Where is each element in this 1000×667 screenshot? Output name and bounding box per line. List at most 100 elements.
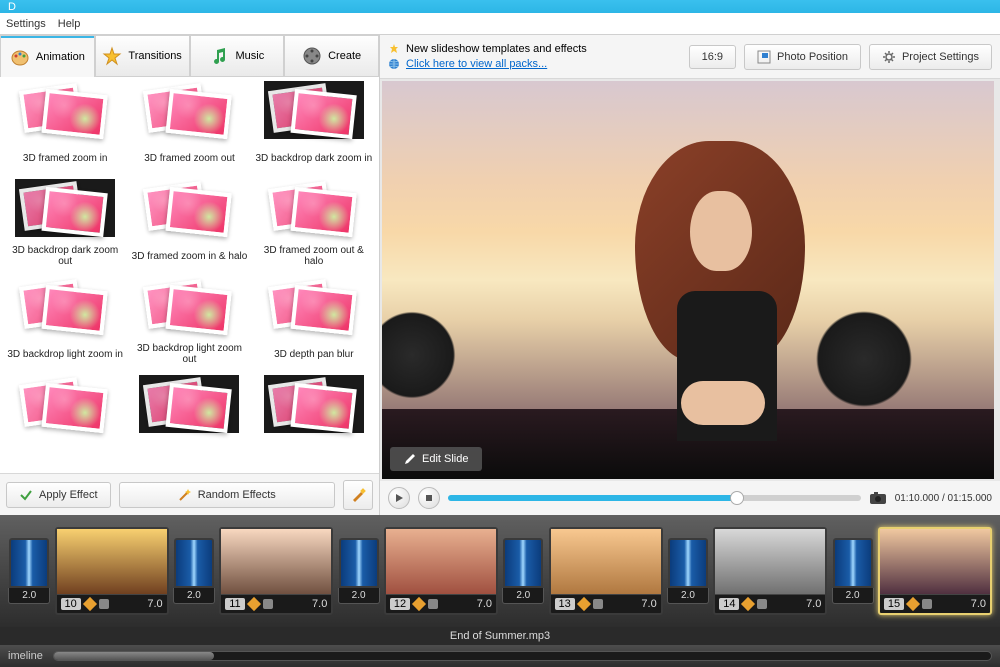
slide-meta: 117.0: [221, 595, 331, 613]
effect-thumbnail: [139, 277, 239, 335]
tab-transitions[interactable]: Transitions: [95, 35, 190, 77]
slide-number: 14: [719, 598, 739, 610]
camera-icon[interactable]: [869, 491, 887, 505]
effect-label: 3D backdrop light zoom in: [7, 339, 123, 369]
effect-thumbnail: [139, 179, 239, 237]
menu-help[interactable]: Help: [58, 18, 81, 30]
title-bar: D: [0, 0, 1000, 13]
transition-thumb: [339, 538, 379, 588]
effect-item[interactable]: [255, 375, 373, 469]
timeline[interactable]: 2.0107.02.0117.02.0127.02.0137.02.0147.0…: [0, 515, 1000, 627]
transition-block[interactable]: 2.0: [8, 538, 51, 604]
tabs: Animation Transitions Music Create: [0, 35, 379, 77]
effect-item[interactable]: 3D backdrop dark zoom in: [255, 81, 373, 175]
tab-create-label: Create: [328, 50, 361, 62]
slide-meta: 157.0: [880, 595, 990, 613]
menu-bar: Settings Help: [0, 13, 1000, 35]
effect-item[interactable]: 3D framed zoom in & halo: [130, 179, 248, 273]
slide-duration: 7.0: [971, 598, 986, 610]
effect-item[interactable]: 3D framed zoom out & halo: [255, 179, 373, 273]
stop-button[interactable]: [418, 487, 440, 509]
playback-slider[interactable]: [448, 495, 861, 501]
effect-item[interactable]: [130, 375, 248, 469]
slide-block[interactable]: 147.0: [713, 527, 827, 615]
transition-duration: 2.0: [832, 588, 874, 604]
transition-thumb: [503, 538, 543, 588]
title-text: D: [8, 1, 16, 13]
pencil-icon: [404, 453, 416, 465]
audio-track-name: End of Summer.mp3: [450, 630, 550, 642]
pencil-icon: [412, 597, 426, 611]
slide-block[interactable]: 127.0: [384, 527, 498, 615]
pencil-icon: [83, 597, 97, 611]
effect-label: 3D framed zoom in & halo: [132, 241, 248, 271]
random-effects-button[interactable]: Random Effects: [119, 482, 336, 508]
slide-meta: 107.0: [57, 595, 167, 613]
effect-label: 3D framed zoom out & halo: [255, 241, 373, 271]
transition-block[interactable]: 2.0: [667, 538, 710, 604]
random-effects-label: Random Effects: [198, 489, 276, 501]
slide-meta: 127.0: [386, 595, 496, 613]
preview-toolbar: New slideshow templates and effects Clic…: [380, 35, 1000, 79]
slide-duration: 7.0: [806, 598, 821, 610]
brush-button[interactable]: [343, 480, 373, 510]
slide-thumb: [880, 529, 990, 595]
preview-area[interactable]: Edit Slide: [382, 81, 994, 479]
effect-label: 3D framed zoom in: [23, 143, 107, 173]
effect-item[interactable]: 3D backdrop dark zoom out: [6, 179, 124, 273]
effect-grid[interactable]: 3D framed zoom in3D framed zoom out3D ba…: [0, 77, 379, 473]
tab-music[interactable]: Music: [190, 35, 285, 77]
aspect-ratio-button[interactable]: 16:9: [689, 45, 736, 69]
layer-icon: [428, 599, 438, 609]
timeline-scrollbar[interactable]: [53, 651, 992, 661]
left-toolbar: Apply Effect Random Effects: [0, 473, 379, 515]
slide-number: 12: [390, 598, 410, 610]
promo-link[interactable]: Click here to view all packs...: [406, 58, 547, 70]
effect-item[interactable]: 3D framed zoom in: [6, 81, 124, 175]
transition-block[interactable]: 2.0: [831, 538, 874, 604]
star-icon: [102, 46, 122, 66]
apply-effect-label: Apply Effect: [39, 489, 98, 501]
aspect-ratio-label: 16:9: [702, 51, 723, 63]
slide-block[interactable]: 137.0: [549, 527, 663, 615]
slide-thumb: [386, 529, 496, 595]
edit-slide-button[interactable]: Edit Slide: [390, 447, 482, 471]
effect-item[interactable]: 3D backdrop light zoom in: [6, 277, 124, 371]
effect-item[interactable]: 3D backdrop light zoom out: [130, 277, 248, 371]
effect-item[interactable]: [6, 375, 124, 469]
slide-meta: 147.0: [715, 595, 825, 613]
effect-item[interactable]: 3D depth pan blur: [255, 277, 373, 371]
slide-duration: 7.0: [641, 598, 656, 610]
wand-icon: [178, 488, 192, 502]
transition-block[interactable]: 2.0: [337, 538, 380, 604]
transition-block[interactable]: 2.0: [173, 538, 216, 604]
scrollbar-thumb[interactable]: [54, 652, 214, 660]
gear-icon: [882, 50, 896, 64]
pencil-icon: [577, 597, 591, 611]
slide-block[interactable]: 107.0: [55, 527, 169, 615]
project-settings-button[interactable]: Project Settings: [869, 44, 992, 70]
transition-block[interactable]: 2.0: [502, 538, 545, 604]
transition-duration: 2.0: [338, 588, 380, 604]
tab-music-label: Music: [236, 50, 265, 62]
tab-transitions-label: Transitions: [128, 50, 181, 62]
play-button[interactable]: [388, 487, 410, 509]
slide-meta: 137.0: [551, 595, 661, 613]
playback-bar: 01:10.000 / 01:15.000: [380, 481, 1000, 515]
effect-item[interactable]: 3D framed zoom out: [130, 81, 248, 175]
slide-number: 11: [225, 598, 244, 610]
layer-icon: [263, 599, 273, 609]
effect-thumbnail: [15, 375, 115, 433]
apply-effect-button[interactable]: Apply Effect: [6, 482, 111, 508]
slider-thumb[interactable]: [730, 491, 744, 505]
audio-track-row[interactable]: End of Summer.mp3: [0, 627, 1000, 645]
tab-create[interactable]: Create: [284, 35, 379, 77]
slide-number: 10: [61, 598, 81, 610]
menu-settings[interactable]: Settings: [6, 18, 46, 30]
tab-animation[interactable]: Animation: [0, 35, 95, 77]
slide-block[interactable]: 157.0: [878, 527, 992, 615]
effect-thumbnail: [15, 277, 115, 335]
slide-block[interactable]: 117.0: [219, 527, 333, 615]
photo-position-button[interactable]: Photo Position: [744, 44, 861, 70]
slide-duration: 7.0: [147, 598, 162, 610]
